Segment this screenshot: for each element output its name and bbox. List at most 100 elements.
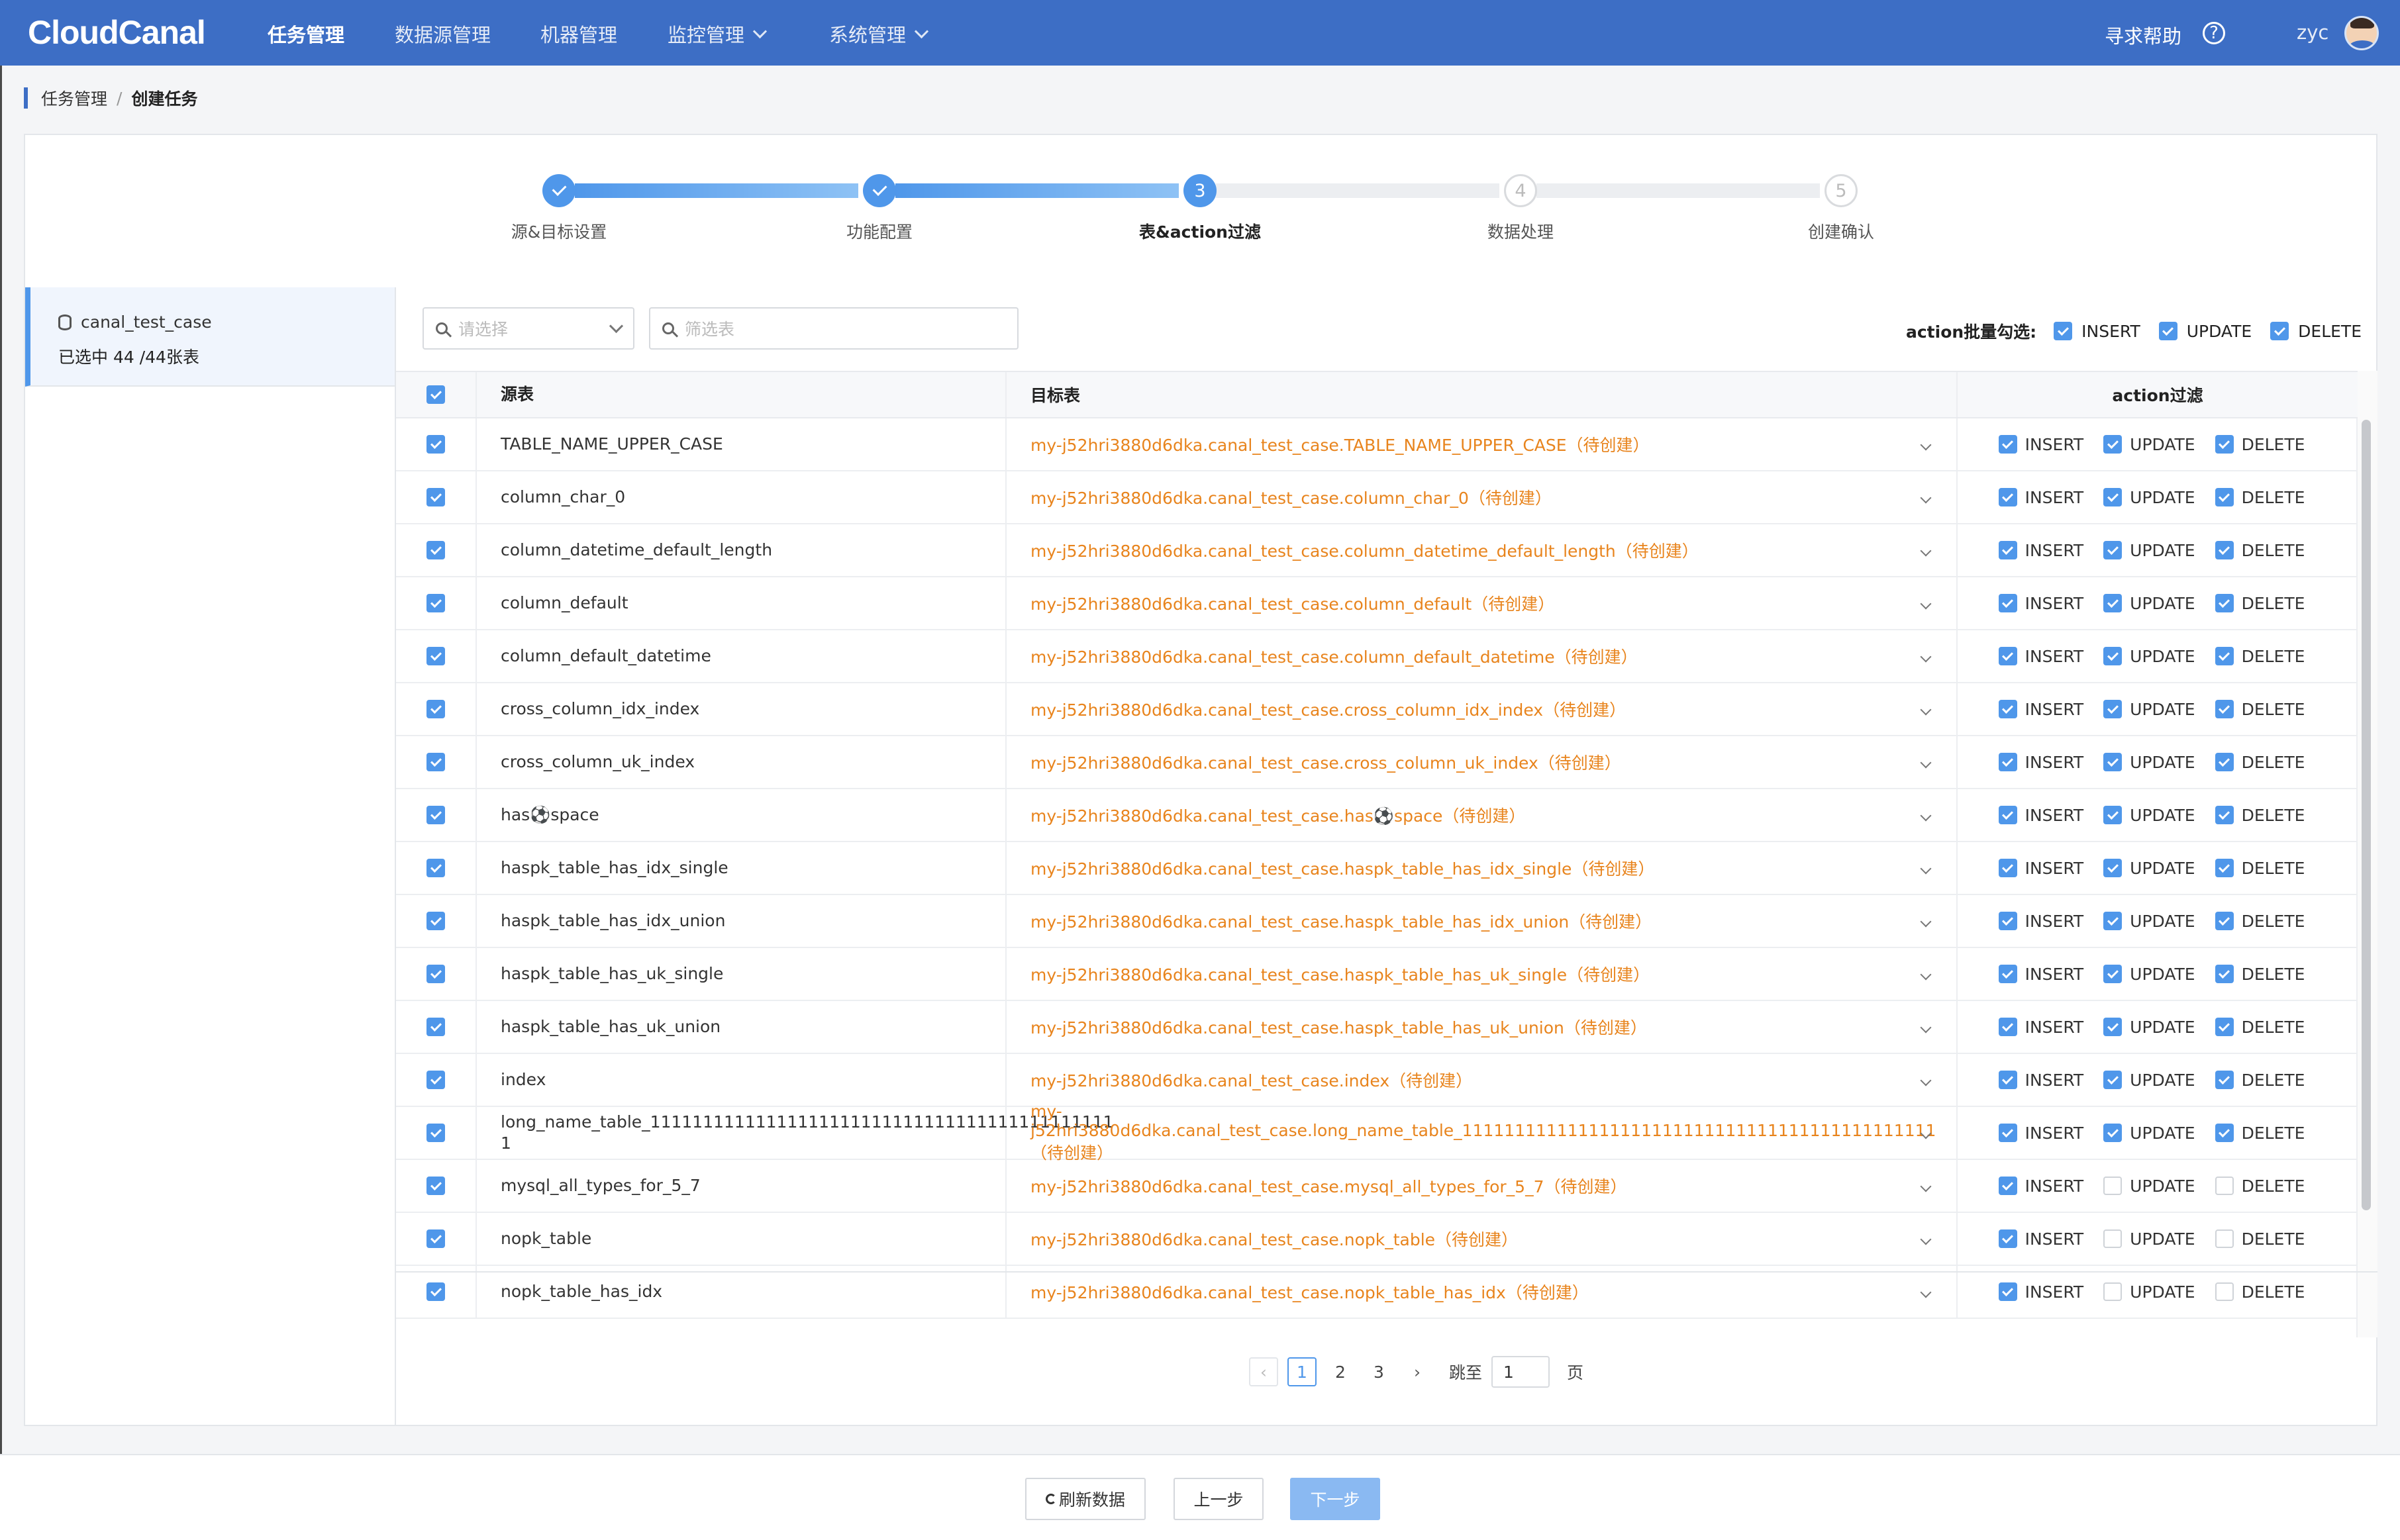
delete-checkbox[interactable] bbox=[2215, 965, 2234, 983]
insert-checkbox[interactable] bbox=[1998, 541, 2017, 559]
target-table-select[interactable]: my-j52hri3880d6dka.canal_test_case.TABLE… bbox=[1007, 418, 1958, 470]
row-select-checkbox[interactable] bbox=[426, 1071, 445, 1089]
scrollbar-thumb[interactable] bbox=[2362, 420, 2371, 1210]
update-checkbox[interactable] bbox=[2103, 488, 2123, 506]
user-name[interactable]: zyc bbox=[2297, 21, 2328, 44]
nav-datasource-management[interactable]: 数据源管理 bbox=[395, 20, 491, 48]
delete-checkbox[interactable] bbox=[2215, 647, 2234, 665]
target-table-select[interactable]: my-j52hri3880d6dka.canal_test_case.haspk… bbox=[1007, 895, 1958, 947]
delete-checkbox[interactable] bbox=[2215, 806, 2234, 824]
nav-monitor-management[interactable]: 监控管理 bbox=[668, 20, 768, 48]
delete-checkbox[interactable] bbox=[2215, 488, 2234, 506]
next-page-button[interactable]: › bbox=[1403, 1357, 1432, 1386]
target-table-select[interactable]: my-j52hri3880d6dka.canal_test_case.cross… bbox=[1007, 683, 1958, 735]
avatar[interactable] bbox=[2344, 16, 2379, 50]
insert-checkbox[interactable] bbox=[1998, 806, 2017, 824]
delete-checkbox[interactable] bbox=[2215, 700, 2234, 718]
nav-system-management[interactable]: 系统管理 bbox=[829, 20, 929, 48]
batch-update-checkbox[interactable] bbox=[2158, 322, 2177, 340]
insert-checkbox[interactable] bbox=[1998, 1282, 2017, 1301]
update-checkbox[interactable] bbox=[2103, 647, 2123, 665]
target-table-select[interactable]: my-j52hri3880d6dka.canal_test_case.cross… bbox=[1007, 736, 1958, 788]
page-2[interactable]: 2 bbox=[1326, 1357, 1355, 1386]
update-checkbox[interactable] bbox=[2103, 1177, 2123, 1195]
target-table-select[interactable]: my-j52hri3880d6dka.canal_test_case.colum… bbox=[1007, 471, 1958, 523]
target-table-select[interactable]: my-j52hri3880d6dka.canal_test_case.colum… bbox=[1007, 524, 1958, 576]
prev-step-button[interactable]: 上一步 bbox=[1174, 1478, 1264, 1520]
nav-machine-management[interactable]: 机器管理 bbox=[540, 20, 617, 48]
row-select-checkbox[interactable] bbox=[426, 700, 445, 718]
row-select-checkbox[interactable] bbox=[426, 806, 445, 824]
insert-checkbox[interactable] bbox=[1998, 1229, 2017, 1248]
prev-page-button[interactable]: ‹ bbox=[1249, 1357, 1278, 1386]
select-all-checkbox[interactable] bbox=[426, 385, 445, 404]
target-table-select[interactable]: my-j52hri3880d6dka.canal_test_case.haspk… bbox=[1007, 842, 1958, 894]
row-select-checkbox[interactable] bbox=[426, 647, 445, 665]
row-select-checkbox[interactable] bbox=[426, 594, 445, 612]
row-select-checkbox[interactable] bbox=[426, 859, 445, 877]
update-checkbox[interactable] bbox=[2103, 1282, 2123, 1301]
target-table-select[interactable]: my-j52hri3880d6dka.canal_test_case.nopk_… bbox=[1007, 1213, 1958, 1265]
target-table-select[interactable]: my-j52hri3880d6dka.canal_test_case.haspk… bbox=[1007, 948, 1958, 1000]
insert-checkbox[interactable] bbox=[1998, 1071, 2017, 1089]
insert-checkbox[interactable] bbox=[1998, 488, 2017, 506]
delete-checkbox[interactable] bbox=[2215, 1124, 2234, 1142]
row-select-checkbox[interactable] bbox=[426, 965, 445, 983]
row-select-checkbox[interactable] bbox=[426, 1282, 445, 1301]
update-checkbox[interactable] bbox=[2103, 594, 2123, 612]
update-checkbox[interactable] bbox=[2103, 541, 2123, 559]
help-link[interactable]: 寻求帮助 bbox=[2105, 21, 2181, 49]
insert-checkbox[interactable] bbox=[1998, 1124, 2017, 1142]
page-3[interactable]: 3 bbox=[1364, 1357, 1393, 1386]
update-checkbox[interactable] bbox=[2103, 1229, 2123, 1248]
update-checkbox[interactable] bbox=[2103, 1018, 2123, 1036]
insert-checkbox[interactable] bbox=[1998, 435, 2017, 454]
delete-checkbox[interactable] bbox=[2215, 1229, 2234, 1248]
update-checkbox[interactable] bbox=[2103, 1124, 2123, 1142]
delete-checkbox[interactable] bbox=[2215, 912, 2234, 930]
update-checkbox[interactable] bbox=[2103, 859, 2123, 877]
delete-checkbox[interactable] bbox=[2215, 435, 2234, 454]
app-logo[interactable]: CloudCanal bbox=[28, 13, 206, 52]
batch-delete-checkbox[interactable] bbox=[2270, 322, 2289, 340]
row-select-checkbox[interactable] bbox=[426, 753, 445, 771]
delete-checkbox[interactable] bbox=[2215, 1071, 2234, 1089]
row-select-checkbox[interactable] bbox=[426, 488, 445, 506]
update-checkbox[interactable] bbox=[2103, 700, 2123, 718]
nav-task-management[interactable]: 任务管理 bbox=[268, 20, 344, 48]
update-checkbox[interactable] bbox=[2103, 435, 2123, 454]
page-jump-input[interactable]: 1 bbox=[1491, 1356, 1550, 1388]
question-icon[interactable]: ? bbox=[2203, 22, 2225, 44]
row-select-checkbox[interactable] bbox=[426, 1177, 445, 1195]
page-1[interactable]: 1 bbox=[1287, 1357, 1317, 1386]
update-checkbox[interactable] bbox=[2103, 753, 2123, 771]
delete-checkbox[interactable] bbox=[2215, 1018, 2234, 1036]
insert-checkbox[interactable] bbox=[1998, 965, 2017, 983]
update-checkbox[interactable] bbox=[2103, 912, 2123, 930]
row-select-checkbox[interactable] bbox=[426, 541, 445, 559]
update-checkbox[interactable] bbox=[2103, 1071, 2123, 1089]
row-select-checkbox[interactable] bbox=[426, 1124, 445, 1142]
batch-insert-checkbox[interactable] bbox=[2054, 322, 2073, 340]
update-checkbox[interactable] bbox=[2103, 965, 2123, 983]
target-table-select[interactable]: my-j52hri3880d6dka.canal_test_case.colum… bbox=[1007, 630, 1958, 682]
target-table-select[interactable]: my-j52hri3880d6dka.canal_test_case.mysql… bbox=[1007, 1160, 1958, 1212]
row-select-checkbox[interactable] bbox=[426, 1229, 445, 1248]
target-table-select[interactable]: my-j52hri3880d6dka.canal_test_case.colum… bbox=[1007, 577, 1958, 629]
database-item[interactable]: canal_test_case 已选中 44 /44张表 bbox=[25, 287, 395, 387]
delete-checkbox[interactable] bbox=[2215, 594, 2234, 612]
schema-select[interactable]: 请选择 bbox=[423, 307, 634, 350]
insert-checkbox[interactable] bbox=[1998, 753, 2017, 771]
target-table-select[interactable]: my-j52hri3880d6dka.canal_test_case.has⚽s… bbox=[1007, 789, 1958, 841]
breadcrumb-parent[interactable]: 任务管理 bbox=[41, 86, 107, 110]
row-select-checkbox[interactable] bbox=[426, 912, 445, 930]
insert-checkbox[interactable] bbox=[1998, 594, 2017, 612]
next-step-button[interactable]: 下一步 bbox=[1290, 1478, 1380, 1520]
delete-checkbox[interactable] bbox=[2215, 859, 2234, 877]
update-checkbox[interactable] bbox=[2103, 806, 2123, 824]
target-table-select[interactable]: my-j52hri3880d6dka.canal_test_case.nopk_… bbox=[1007, 1266, 1958, 1318]
insert-checkbox[interactable] bbox=[1998, 1177, 2017, 1195]
delete-checkbox[interactable] bbox=[2215, 1177, 2234, 1195]
row-select-checkbox[interactable] bbox=[426, 1018, 445, 1036]
delete-checkbox[interactable] bbox=[2215, 1282, 2234, 1301]
